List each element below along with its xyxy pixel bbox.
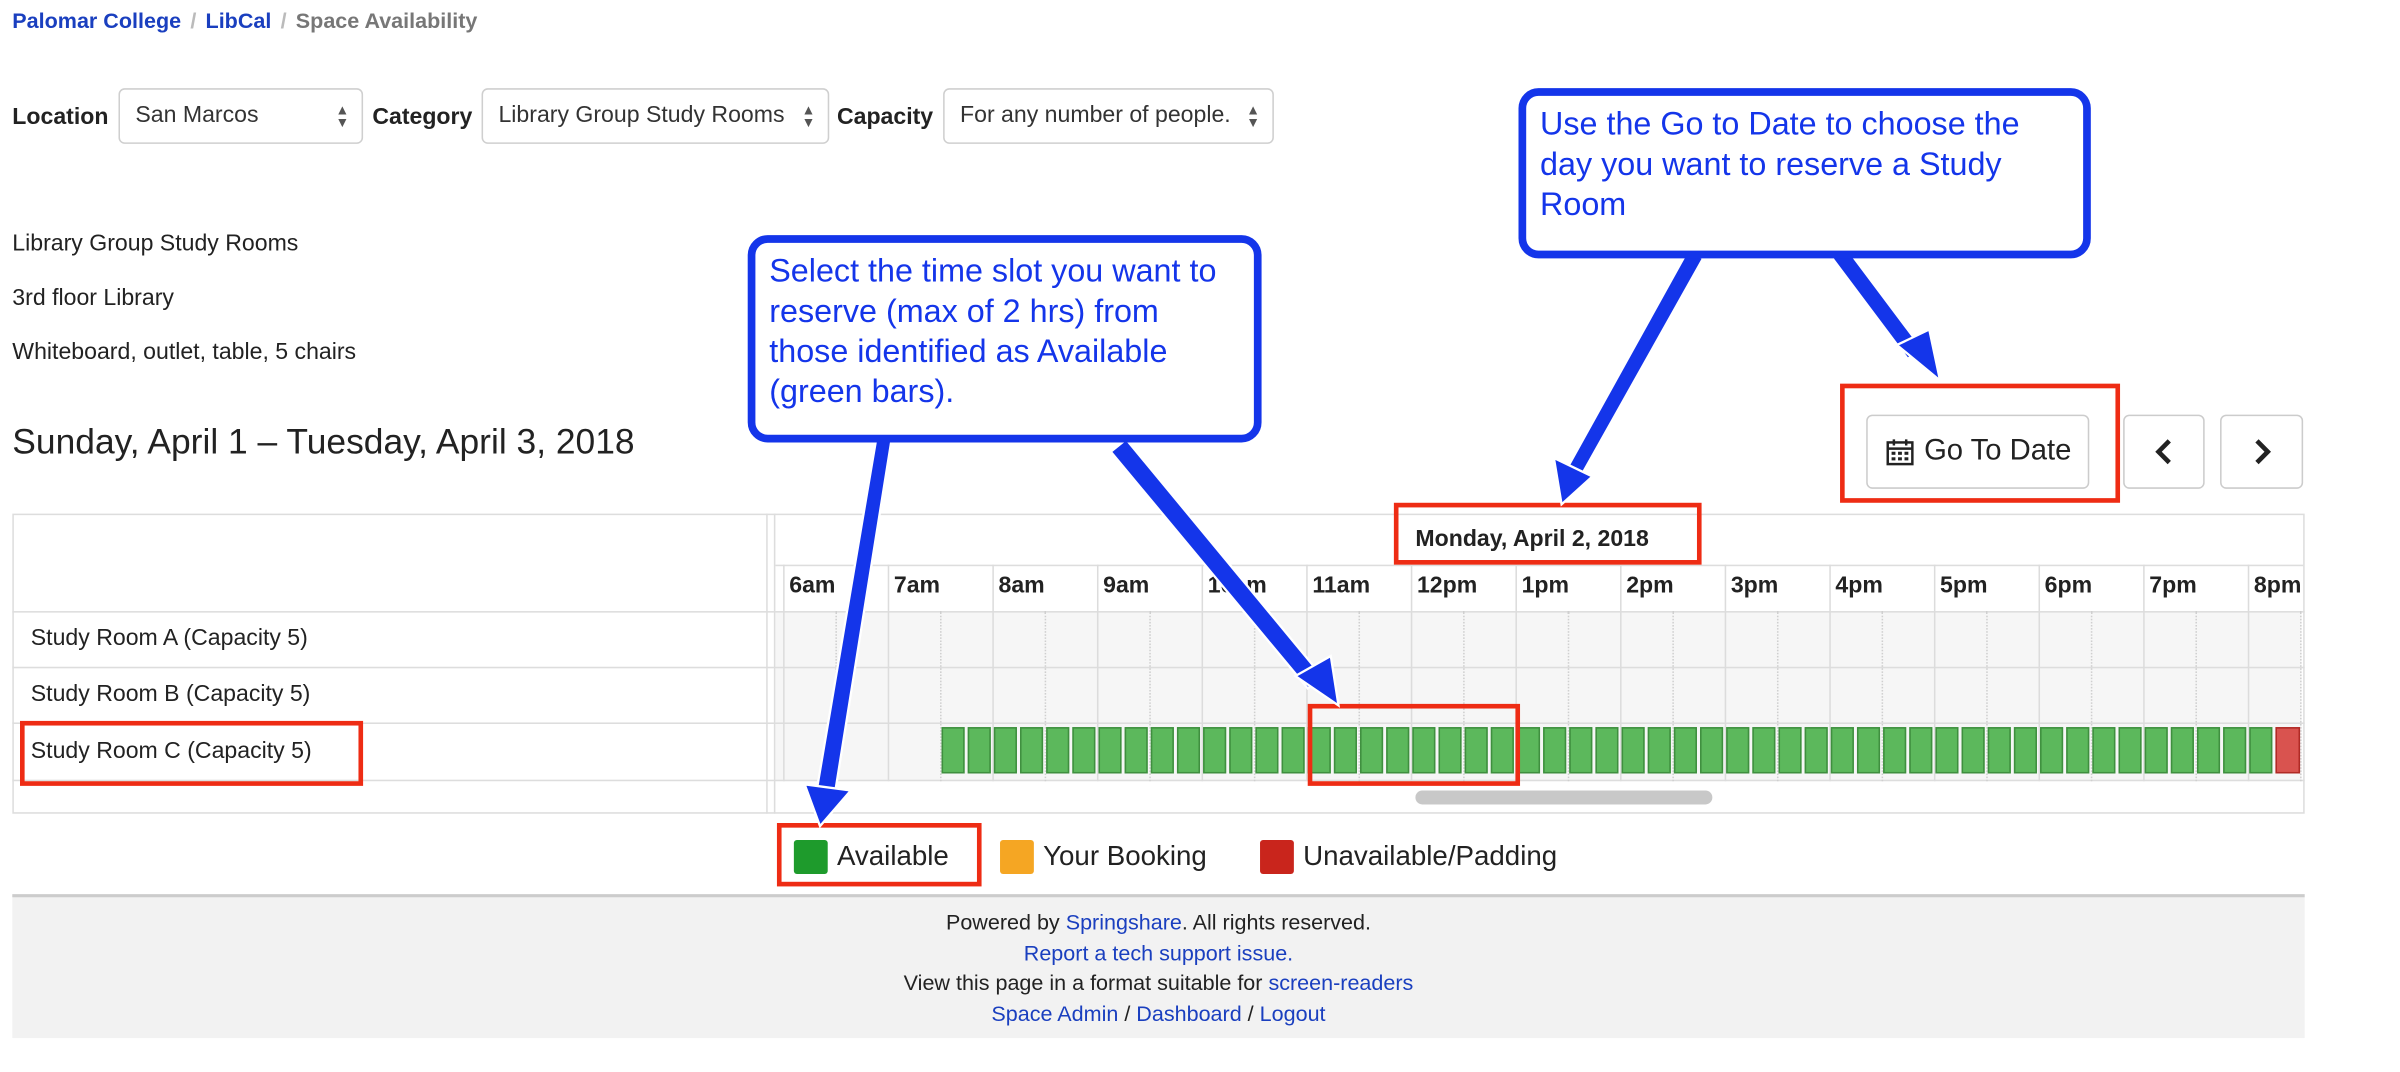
arrow-to-available-legend xyxy=(802,433,894,829)
arrow-to-go-to-date xyxy=(1830,245,1942,384)
arrow-to-time-slots xyxy=(1109,437,1341,708)
time-slot-callout: Select the time slot you want to reserve… xyxy=(747,235,1262,443)
arrow-to-date-header xyxy=(1552,249,1705,507)
go-to-date-callout: Use the Go to Date to choose the day you… xyxy=(1518,88,2091,259)
